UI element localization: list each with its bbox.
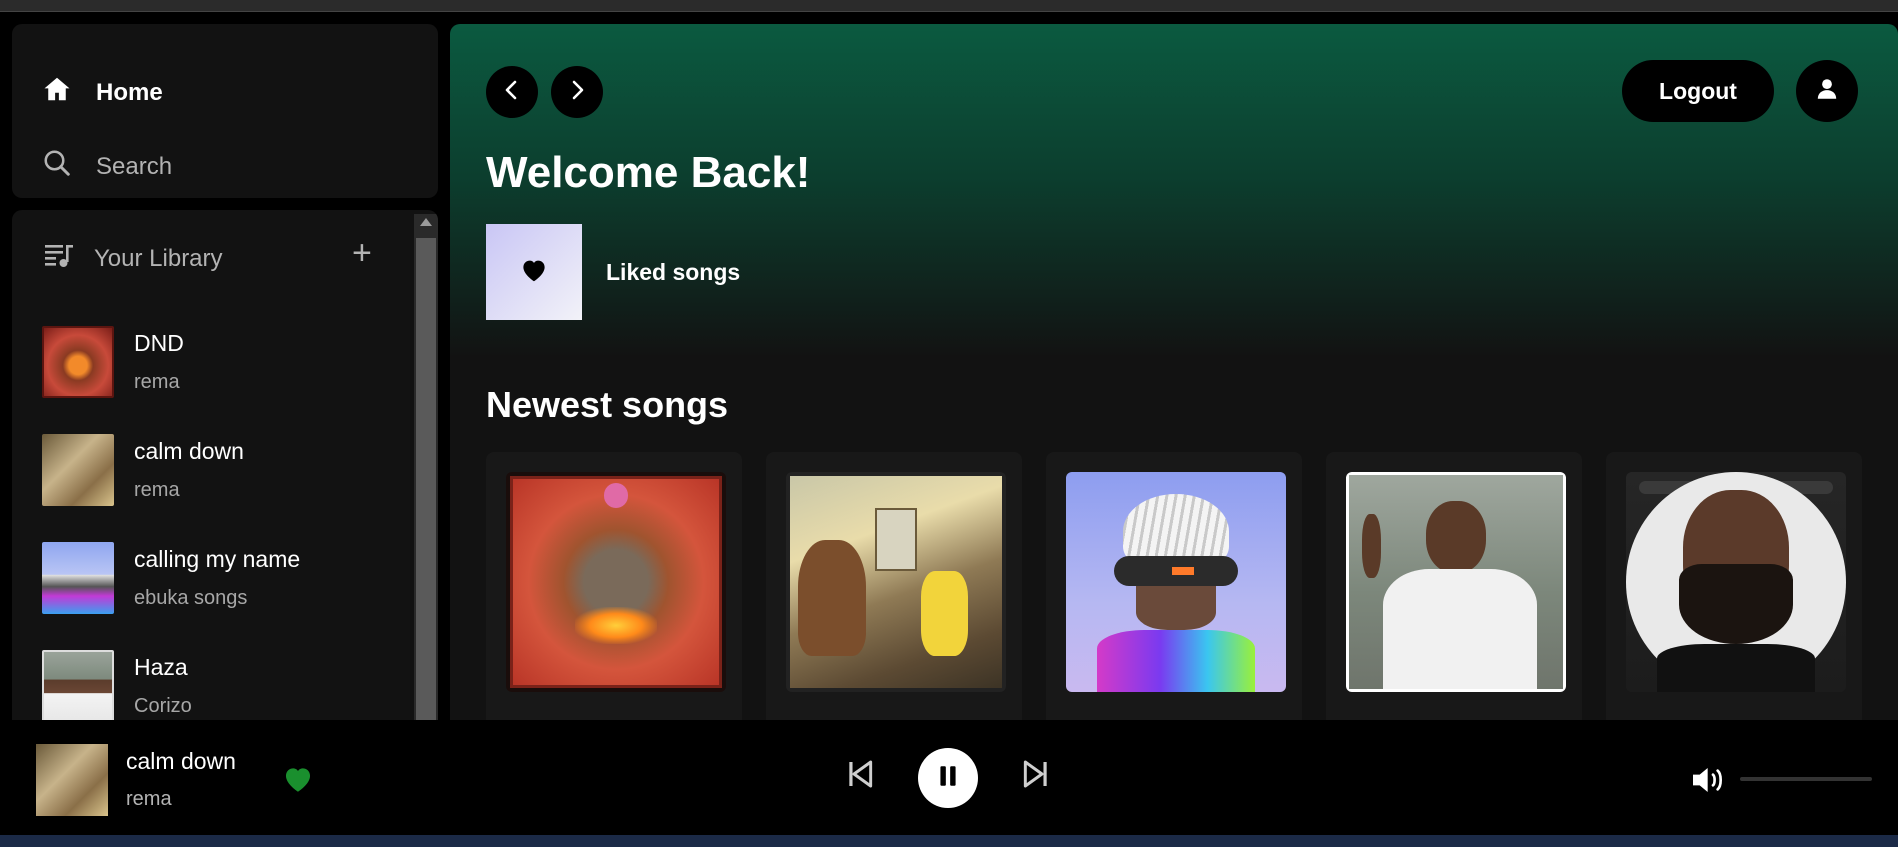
sidebar-nav: Home Search <box>12 24 438 198</box>
song-artist: rema <box>134 479 180 501</box>
section-title-newest: Newest songs <box>486 384 729 425</box>
user-profile-button[interactable] <box>1796 60 1858 122</box>
page-title: Welcome Back! <box>486 148 811 197</box>
song-title: DND <box>134 330 184 356</box>
heart-icon <box>280 768 316 800</box>
window-top-strip <box>0 0 1898 12</box>
song-title: Haza <box>134 654 188 680</box>
song-card[interactable] <box>1046 452 1302 720</box>
player-bar: calm down rema <box>0 720 1898 835</box>
library-scrollbar[interactable] <box>414 214 438 720</box>
home-icon <box>42 74 72 111</box>
user-icon <box>1814 76 1840 107</box>
album-art-dnd <box>42 326 114 398</box>
album-art-calling-my-name <box>42 542 114 614</box>
album-art-portrait <box>1626 472 1846 692</box>
skip-back-icon <box>844 757 876 796</box>
chevron-left-icon <box>500 78 524 107</box>
search-icon <box>42 148 72 185</box>
song-card[interactable] <box>486 452 742 720</box>
volume-button[interactable] <box>1690 764 1728 801</box>
library-panel: Your Library + DND rema calm down rema c… <box>12 210 438 720</box>
library-icon <box>42 238 76 279</box>
add-library-button[interactable]: + <box>352 236 372 270</box>
song-title: calling my name <box>134 546 301 572</box>
back-button[interactable] <box>486 66 538 118</box>
volume-slider[interactable] <box>1740 777 1872 781</box>
liked-songs-art <box>486 224 582 320</box>
volume-icon <box>1690 768 1728 800</box>
now-playing-artist: rema <box>126 788 172 810</box>
list-item[interactable]: calm down rema <box>42 416 402 524</box>
album-art-haza <box>1346 472 1566 692</box>
now-playing-art <box>36 744 108 816</box>
previous-button[interactable] <box>840 756 880 796</box>
main-content: Logout Welcome Back! Liked songs Newest … <box>450 24 1898 720</box>
list-item[interactable]: calling my name ebuka songs <box>42 524 402 632</box>
sidebar-item-search[interactable]: Search <box>42 148 172 185</box>
song-card[interactable] <box>766 452 1022 720</box>
album-art-calm-down <box>786 472 1006 692</box>
song-card[interactable] <box>1606 452 1862 720</box>
song-artist: ebuka songs <box>134 587 248 609</box>
sidebar-item-label: Search <box>96 152 173 180</box>
song-title: calm down <box>134 438 244 464</box>
newest-songs-row <box>486 452 1862 720</box>
like-button[interactable] <box>280 762 316 801</box>
liked-songs-label: Liked songs <box>606 258 741 285</box>
list-item[interactable]: Haza Corizo <box>42 632 402 720</box>
scroll-thumb[interactable] <box>416 238 436 720</box>
song-artist: rema <box>134 371 180 393</box>
song-card[interactable] <box>1326 452 1582 720</box>
logout-button[interactable]: Logout <box>1622 60 1774 122</box>
sidebar-item-label: Home <box>96 78 163 106</box>
album-art-calling-my-name <box>1066 472 1286 692</box>
list-item[interactable]: DND rema <box>42 308 402 416</box>
forward-button[interactable] <box>551 66 603 118</box>
scroll-up-arrow[interactable] <box>420 218 432 226</box>
liked-songs-card[interactable]: Liked songs <box>486 224 740 320</box>
skip-forward-icon <box>1020 757 1052 796</box>
taskbar-strip <box>0 835 1898 847</box>
sidebar-item-home[interactable]: Home <box>42 74 163 111</box>
heart-icon <box>519 255 549 290</box>
album-art-calm-down <box>42 434 114 506</box>
pause-button[interactable] <box>918 748 978 808</box>
chevron-right-icon <box>565 78 589 107</box>
now-playing-title: calm down <box>126 748 236 774</box>
song-artist: Corizo <box>134 695 192 717</box>
library-list: DND rema calm down rema calling my name … <box>42 308 402 720</box>
album-art-haza <box>42 650 114 720</box>
library-title: Your Library <box>94 244 223 272</box>
next-button[interactable] <box>1016 756 1056 796</box>
album-art-dnd <box>506 472 726 692</box>
library-header[interactable]: Your Library <box>42 238 223 279</box>
pause-icon <box>935 763 961 794</box>
